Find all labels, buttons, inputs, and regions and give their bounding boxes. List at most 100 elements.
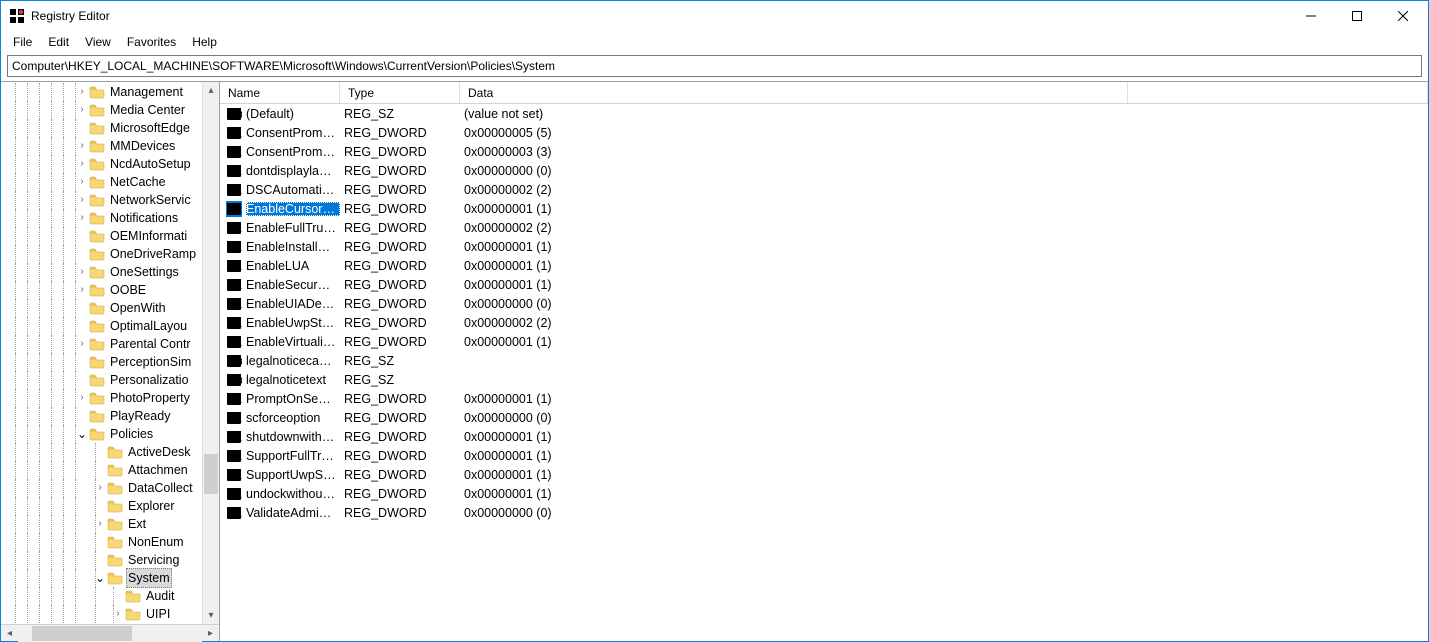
tree-item[interactable]: ›MMDevices — [1, 137, 219, 155]
tree-horizontal-scrollbar[interactable]: ◂ ▸ — [1, 624, 219, 641]
value-row[interactable]: shutdownwitho...REG_DWORD0x00000001 (1) — [220, 427, 1428, 446]
tree-scroll[interactable]: › Management›Media CenterMicrosoftEdge›MM… — [1, 82, 219, 624]
tree-item[interactable]: PlayReady — [1, 407, 219, 425]
value-row[interactable]: ConsentPrompt...REG_DWORD0x00000005 (5) — [220, 123, 1428, 142]
scroll-track[interactable] — [203, 99, 219, 607]
tree-vertical-scrollbar[interactable]: ▴ ▾ — [202, 82, 219, 624]
value-row[interactable]: legalnoticecapti...REG_SZ — [220, 351, 1428, 370]
tree-item[interactable]: Personalizatio — [1, 371, 219, 389]
value-row[interactable]: SupportFullTrust...REG_DWORD0x00000001 (… — [220, 446, 1428, 465]
tree-item[interactable]: ⌄Policies — [1, 425, 219, 443]
values-list[interactable]: (Default)REG_SZ(value not set)ConsentPro… — [220, 104, 1428, 641]
column-header-name[interactable]: Name — [220, 82, 340, 103]
value-row[interactable]: EnableLUAREG_DWORD0x00000001 (1) — [220, 256, 1428, 275]
value-row[interactable]: dontdisplaylastu...REG_DWORD0x00000000 (… — [220, 161, 1428, 180]
value-row[interactable]: legalnoticetextREG_SZ — [220, 370, 1428, 389]
chevron-right-icon[interactable]: › — [75, 263, 89, 281]
tree-item[interactable]: OneDriveRamp — [1, 245, 219, 263]
value-type: REG_DWORD — [340, 183, 460, 197]
scroll-right-icon[interactable]: ▸ — [202, 625, 219, 642]
value-row[interactable]: scforceoptionREG_DWORD0x00000000 (0) — [220, 408, 1428, 427]
menu-view[interactable]: View — [77, 33, 119, 51]
value-row[interactable]: (Default)REG_SZ(value not set) — [220, 104, 1428, 123]
close-button[interactable] — [1380, 1, 1426, 31]
value-row[interactable]: EnableSecureUI...REG_DWORD0x00000001 (1) — [220, 275, 1428, 294]
value-row[interactable]: EnableUIADeskt...REG_DWORD0x00000000 (0) — [220, 294, 1428, 313]
value-row[interactable]: DSCAutomation...REG_DWORD0x00000002 (2) — [220, 180, 1428, 199]
column-header-data[interactable]: Data — [460, 82, 1128, 103]
tree-item[interactable]: ›NetCache — [1, 173, 219, 191]
tree-item[interactable]: ›NcdAutoSetup — [1, 155, 219, 173]
chevron-right-icon[interactable]: › — [75, 191, 89, 209]
tree-item[interactable]: OEMInformati — [1, 227, 219, 245]
tree-item-label: DataCollect — [126, 479, 195, 497]
folder-icon — [89, 355, 105, 369]
tree-item[interactable]: ›PhotoProperty — [1, 389, 219, 407]
menu-file[interactable]: File — [5, 33, 40, 51]
tree-item[interactable]: ›Media Center — [1, 101, 219, 119]
scroll-up-icon[interactable]: ▴ — [203, 82, 219, 99]
tree-item[interactable]: PerceptionSim — [1, 353, 219, 371]
value-row[interactable]: ConsentPrompt...REG_DWORD0x00000003 (3) — [220, 142, 1428, 161]
titlebar[interactable]: Registry Editor — [1, 1, 1428, 31]
reg-dword-icon — [226, 239, 242, 255]
tree-item[interactable]: ›UIPI — [1, 605, 219, 623]
chevron-right-icon[interactable]: › — [75, 101, 89, 119]
tree-item[interactable]: Audit — [1, 587, 219, 605]
value-name: ValidateAdminC... — [246, 506, 340, 520]
tree-item-label: Management — [108, 83, 185, 101]
address-bar[interactable]: Computer\HKEY_LOCAL_MACHINE\SOFTWARE\Mic… — [7, 55, 1422, 77]
chevron-right-icon[interactable]: › — [75, 281, 89, 299]
tree-item[interactable]: ›Notifications — [1, 209, 219, 227]
minimize-button[interactable] — [1288, 1, 1334, 31]
chevron-right-icon[interactable]: › — [75, 335, 89, 353]
tree-item[interactable]: › Management — [1, 83, 219, 101]
maximize-button[interactable] — [1334, 1, 1380, 31]
tree-item[interactable]: ›OOBE — [1, 281, 219, 299]
value-row[interactable]: EnableInstallerD...REG_DWORD0x00000001 (… — [220, 237, 1428, 256]
tree-item[interactable]: OpenWith — [1, 299, 219, 317]
scroll-thumb[interactable] — [32, 626, 132, 641]
folder-icon — [89, 409, 105, 423]
tree-item[interactable]: ›Ext — [1, 515, 219, 533]
chevron-right-icon[interactable]: › — [75, 173, 89, 191]
tree-item[interactable]: NonEnum — [1, 533, 219, 551]
menu-help[interactable]: Help — [184, 33, 225, 51]
tree-item[interactable]: ⌄System — [1, 569, 219, 587]
value-row[interactable]: undockwithoutl...REG_DWORD0x00000001 (1) — [220, 484, 1428, 503]
value-row[interactable]: EnableVirtualizat...REG_DWORD0x00000001 … — [220, 332, 1428, 351]
chevron-right-icon[interactable]: › — [75, 209, 89, 227]
tree-item[interactable]: ActiveDesk — [1, 443, 219, 461]
value-row[interactable]: EnableUwpStart...REG_DWORD0x00000002 (2) — [220, 313, 1428, 332]
reg-dword-icon — [226, 258, 242, 274]
tree-item[interactable]: ›OneSettings — [1, 263, 219, 281]
chevron-down-icon[interactable]: ⌄ — [75, 429, 89, 439]
tree-item[interactable]: OptimalLayou — [1, 317, 219, 335]
value-row[interactable]: EnableFullTrustS...REG_DWORD0x00000002 (… — [220, 218, 1428, 237]
value-row[interactable]: EnableCursorSu...REG_DWORD0x00000001 (1) — [220, 199, 1428, 218]
scroll-track[interactable] — [18, 625, 202, 642]
value-row[interactable]: PromptOnSecur...REG_DWORD0x00000001 (1) — [220, 389, 1428, 408]
tree-item[interactable]: ›DataCollect — [1, 479, 219, 497]
menu-edit[interactable]: Edit — [40, 33, 77, 51]
tree-item[interactable]: ›Parental Contr — [1, 335, 219, 353]
column-header-type[interactable]: Type — [340, 82, 460, 103]
tree-item[interactable]: Servicing — [1, 551, 219, 569]
value-type: REG_DWORD — [340, 430, 460, 444]
value-row[interactable]: SupportUwpStar...REG_DWORD0x00000001 (1) — [220, 465, 1428, 484]
scroll-thumb[interactable] — [204, 454, 218, 494]
folder-icon — [89, 103, 105, 117]
tree-item[interactable]: MicrosoftEdge — [1, 119, 219, 137]
menu-favorites[interactable]: Favorites — [119, 33, 184, 51]
chevron-right-icon[interactable]: › — [75, 83, 89, 101]
chevron-right-icon[interactable]: › — [75, 137, 89, 155]
chevron-right-icon[interactable]: › — [75, 155, 89, 173]
value-row[interactable]: ValidateAdminC...REG_DWORD0x00000000 (0) — [220, 503, 1428, 522]
values-header: Name Type Data — [220, 82, 1428, 104]
chevron-right-icon[interactable]: › — [75, 389, 89, 407]
tree-item[interactable]: Explorer — [1, 497, 219, 515]
scroll-down-icon[interactable]: ▾ — [203, 607, 219, 624]
tree-item[interactable]: ›NetworkServic — [1, 191, 219, 209]
scroll-left-icon[interactable]: ◂ — [1, 625, 18, 642]
tree-item[interactable]: Attachmen — [1, 461, 219, 479]
